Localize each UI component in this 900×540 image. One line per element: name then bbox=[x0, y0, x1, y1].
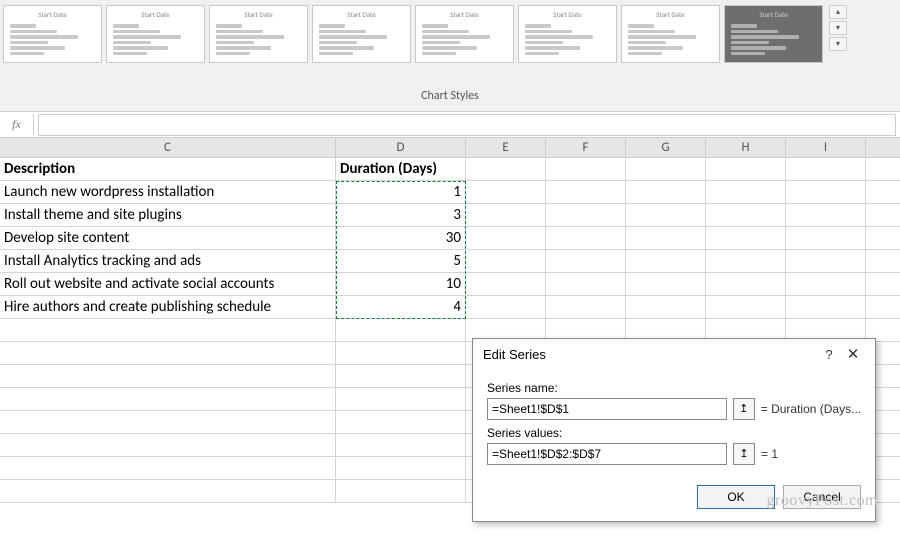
cell-description[interactable]: Roll out website and activate social acc… bbox=[0, 273, 336, 295]
cell-duration[interactable]: 4 bbox=[336, 296, 466, 318]
ok-button[interactable]: OK bbox=[697, 485, 775, 509]
dialog-buttons: OK Cancel bbox=[473, 477, 875, 521]
chart-styles-ribbon: Start DateStart DateStart DateStart Date… bbox=[0, 0, 900, 112]
dialog-titlebar[interactable]: Edit Series ? ✕ bbox=[473, 339, 875, 369]
chart-style-thumb[interactable]: Start Date bbox=[621, 5, 720, 63]
series-values-label: Series values: bbox=[487, 426, 861, 440]
gallery-scroll-buttons: ▴ ▾ ▾ bbox=[829, 5, 847, 53]
dialog-body: Series name: ↥ = Duration (Days... Serie… bbox=[473, 369, 875, 477]
table-row[interactable]: Install Analytics tracking and ads5 bbox=[0, 250, 900, 273]
chart-style-thumb[interactable]: Start Date bbox=[106, 5, 205, 63]
table-row[interactable]: Launch new wordpress installation1 bbox=[0, 181, 900, 204]
col-header-i[interactable]: I bbox=[786, 138, 866, 157]
chart-style-thumb[interactable]: Start Date bbox=[312, 5, 411, 63]
formula-bar: fx bbox=[0, 112, 900, 138]
table-row[interactable]: Install theme and site plugins3 bbox=[0, 204, 900, 227]
formula-input[interactable] bbox=[38, 114, 896, 136]
column-headers: C D E F G H I bbox=[0, 138, 900, 158]
range-picker-icon[interactable]: ↥ bbox=[733, 443, 755, 465]
edit-series-dialog: Edit Series ? ✕ Series name: ↥ = Duratio… bbox=[472, 338, 876, 522]
ribbon-section-label: Chart Styles bbox=[3, 63, 897, 103]
chart-style-thumb[interactable]: Start Date bbox=[209, 5, 308, 63]
series-name-input[interactable] bbox=[487, 398, 727, 420]
header-duration[interactable]: Duration (Days) bbox=[336, 158, 466, 180]
table-row[interactable]: Develop site content30 bbox=[0, 227, 900, 250]
cell-description[interactable]: Hire authors and create publishing sched… bbox=[0, 296, 336, 318]
gallery-scroll-down[interactable]: ▾ bbox=[829, 21, 847, 35]
col-header-f[interactable]: F bbox=[546, 138, 626, 157]
chart-style-thumb[interactable]: Start Date bbox=[724, 5, 823, 63]
cell-duration[interactable]: 1 bbox=[336, 181, 466, 203]
table-row[interactable]: Description Duration (Days) bbox=[0, 158, 900, 181]
chart-style-thumb[interactable]: Start Date bbox=[518, 5, 617, 63]
table-row[interactable]: Hire authors and create publishing sched… bbox=[0, 296, 900, 319]
dialog-title: Edit Series bbox=[483, 347, 817, 362]
cell-description[interactable]: Develop site content bbox=[0, 227, 336, 249]
cell-description[interactable]: Launch new wordpress installation bbox=[0, 181, 336, 203]
cell-description[interactable]: Install theme and site plugins bbox=[0, 204, 336, 226]
table-row[interactable]: Roll out website and activate social acc… bbox=[0, 273, 900, 296]
chart-style-thumb[interactable]: Start Date bbox=[415, 5, 514, 63]
fx-label[interactable]: fx bbox=[0, 114, 34, 135]
cell-duration[interactable]: 3 bbox=[336, 204, 466, 226]
col-header-h[interactable]: H bbox=[706, 138, 786, 157]
header-description[interactable]: Description bbox=[0, 158, 336, 180]
col-header-e[interactable]: E bbox=[466, 138, 546, 157]
gallery-scroll-up[interactable]: ▴ bbox=[829, 5, 847, 19]
gallery-more[interactable]: ▾ bbox=[829, 37, 847, 51]
chart-style-thumb[interactable]: Start Date bbox=[3, 5, 102, 63]
series-name-label: Series name: bbox=[487, 381, 861, 395]
series-name-result: = Duration (Days... bbox=[761, 402, 861, 416]
range-picker-icon[interactable]: ↥ bbox=[733, 398, 755, 420]
cell-duration[interactable]: 10 bbox=[336, 273, 466, 295]
col-header-g[interactable]: G bbox=[626, 138, 706, 157]
cell-duration[interactable]: 5 bbox=[336, 250, 466, 272]
cell-duration[interactable]: 30 bbox=[336, 227, 466, 249]
series-values-result: = 1 bbox=[761, 447, 778, 461]
col-header-d[interactable]: D bbox=[336, 138, 466, 157]
series-values-input[interactable] bbox=[487, 443, 727, 465]
cell-description[interactable]: Install Analytics tracking and ads bbox=[0, 250, 336, 272]
help-icon[interactable]: ? bbox=[817, 347, 841, 362]
close-icon[interactable]: ✕ bbox=[841, 345, 865, 363]
cancel-button[interactable]: Cancel bbox=[783, 485, 861, 509]
chart-style-gallery: Start DateStart DateStart DateStart Date… bbox=[3, 5, 897, 63]
col-header-c[interactable]: C bbox=[0, 138, 336, 157]
